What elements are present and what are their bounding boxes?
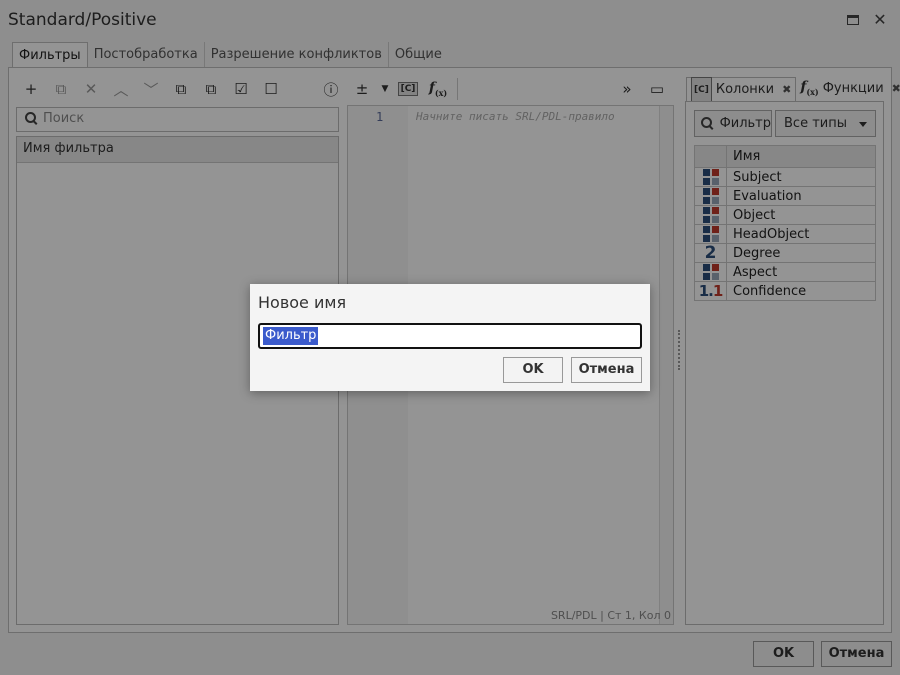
rename-dialog: Новое имя Фильтр OK Отмена bbox=[250, 284, 650, 391]
new-name-value: Фильтр bbox=[263, 327, 319, 345]
new-name-input[interactable]: Фильтр bbox=[258, 323, 642, 349]
dialog-cancel-button[interactable]: Отмена bbox=[571, 357, 642, 383]
dialog-title: Новое имя bbox=[258, 293, 347, 312]
dialog-ok-button[interactable]: OK bbox=[503, 357, 563, 383]
